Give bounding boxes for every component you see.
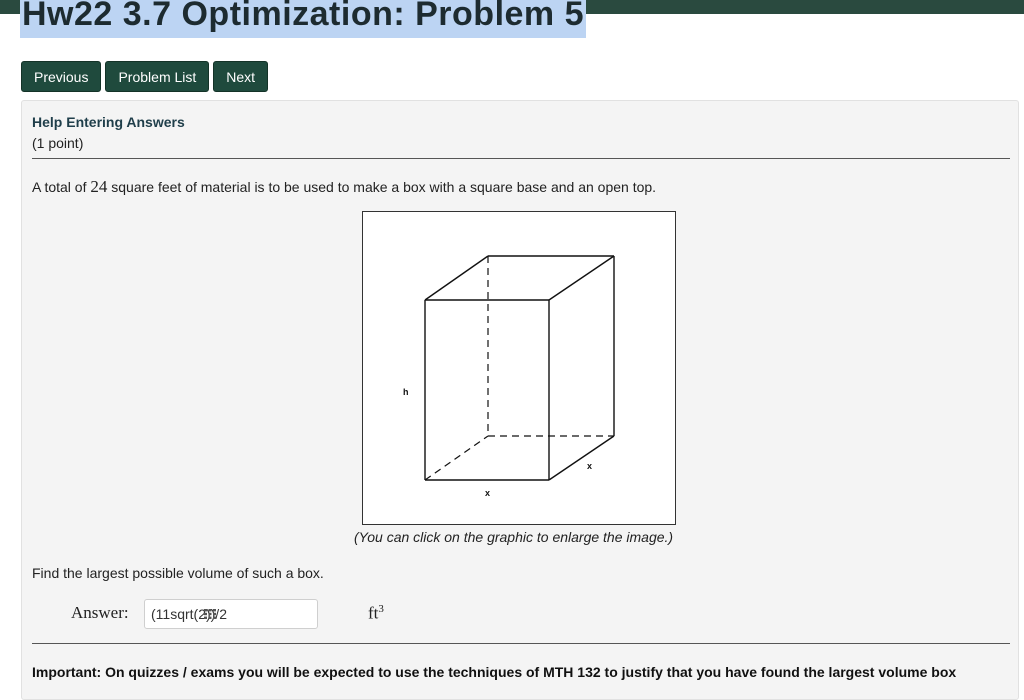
hidden-left-depth-edge — [424, 435, 489, 481]
box-diagram: h x x — [403, 255, 615, 498]
statement-number: 24 — [90, 177, 108, 196]
answer-unit: ft3 — [368, 603, 384, 624]
statement-text-after: square feet of material is to be used to… — [107, 179, 657, 195]
label-x-front: x — [485, 488, 490, 498]
question-text: Find the largest possible volume of such… — [32, 565, 324, 581]
problem-list-button[interactable]: Problem List — [105, 61, 210, 92]
statement-text-before: A total of — [32, 179, 91, 195]
unit-exponent: 3 — [378, 603, 384, 615]
problem-navigation: Previous Problem List Next — [21, 61, 269, 92]
label-h: h — [403, 387, 409, 397]
page-title: Hw22 3.7 Optimization: Problem 5 — [20, 0, 587, 38]
divider — [32, 643, 1010, 644]
top-right-depth-edge — [548, 255, 615, 301]
label-x-side: x — [587, 461, 592, 471]
previous-button[interactable]: Previous — [21, 61, 102, 92]
important-note: Important: On quizzes / exams you will b… — [32, 664, 957, 680]
unit-base: ft — [368, 603, 379, 623]
answer-label: Answer: — [71, 603, 129, 622]
problem-points: (1 point) — [32, 135, 84, 151]
help-entering-answers-link[interactable]: Help Entering Answers — [32, 114, 185, 130]
problem-statement: A total of 24 square feet of material is… — [32, 177, 656, 197]
divider — [32, 158, 1010, 159]
figure-caption: (You can click on the graphic to enlarge… — [354, 529, 674, 545]
equation-editor-button[interactable] — [196, 599, 224, 629]
title-container: Hw22 3.7 Optimization: Problem 5 — [20, 0, 587, 40]
top-left-depth-edge — [424, 255, 489, 301]
box-figure[interactable]: h x x — [362, 211, 676, 525]
answer-input[interactable] — [145, 600, 313, 628]
next-button[interactable]: Next — [213, 61, 269, 92]
answer-field — [144, 599, 318, 629]
grid-icon — [204, 609, 216, 619]
bottom-right-depth-edge — [548, 435, 615, 481]
problem-panel: Help Entering Answers (1 point) A total … — [21, 100, 1019, 700]
